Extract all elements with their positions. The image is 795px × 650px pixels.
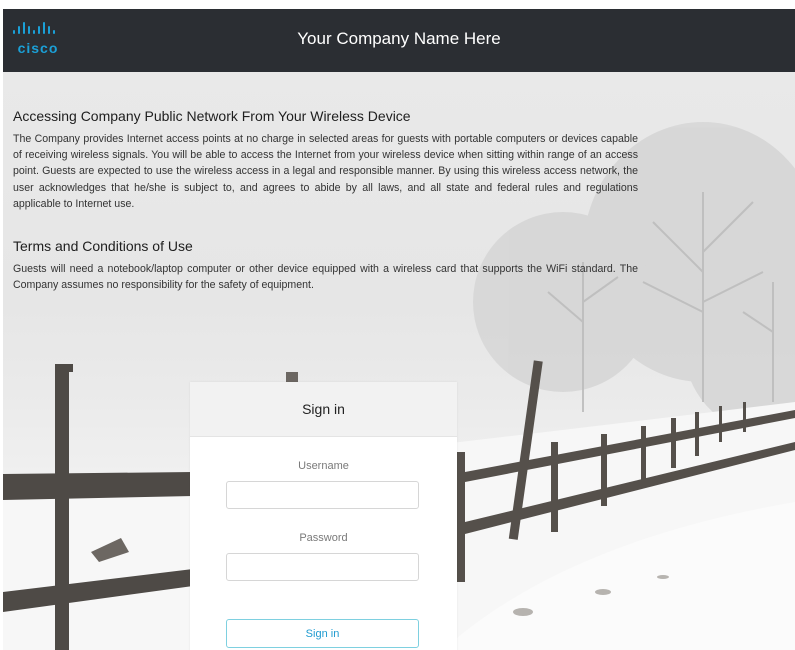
password-input[interactable] bbox=[226, 553, 419, 581]
info-content: Accessing Company Public Network From Yo… bbox=[13, 108, 638, 293]
section-body-access: The Company provides Internet access poi… bbox=[13, 133, 638, 210]
portal-page: cisco Your Company Name Here Accessing C… bbox=[3, 9, 795, 650]
signin-card: Sign in Username Password Sign in bbox=[190, 382, 457, 650]
section-heading-access: Accessing Company Public Network From Yo… bbox=[13, 108, 411, 124]
header-bar: cisco Your Company Name Here bbox=[3, 9, 795, 72]
signin-button[interactable]: Sign in bbox=[226, 619, 419, 648]
username-label: Username bbox=[298, 460, 349, 472]
section-heading-terms: Terms and Conditions of Use bbox=[13, 238, 193, 255]
signin-title: Sign in bbox=[190, 382, 457, 437]
section-body-terms: Guests will need a notebook/laptop compu… bbox=[13, 263, 638, 292]
password-label: Password bbox=[299, 532, 348, 544]
page-title: Your Company Name Here bbox=[297, 29, 501, 48]
username-input[interactable] bbox=[226, 481, 419, 509]
